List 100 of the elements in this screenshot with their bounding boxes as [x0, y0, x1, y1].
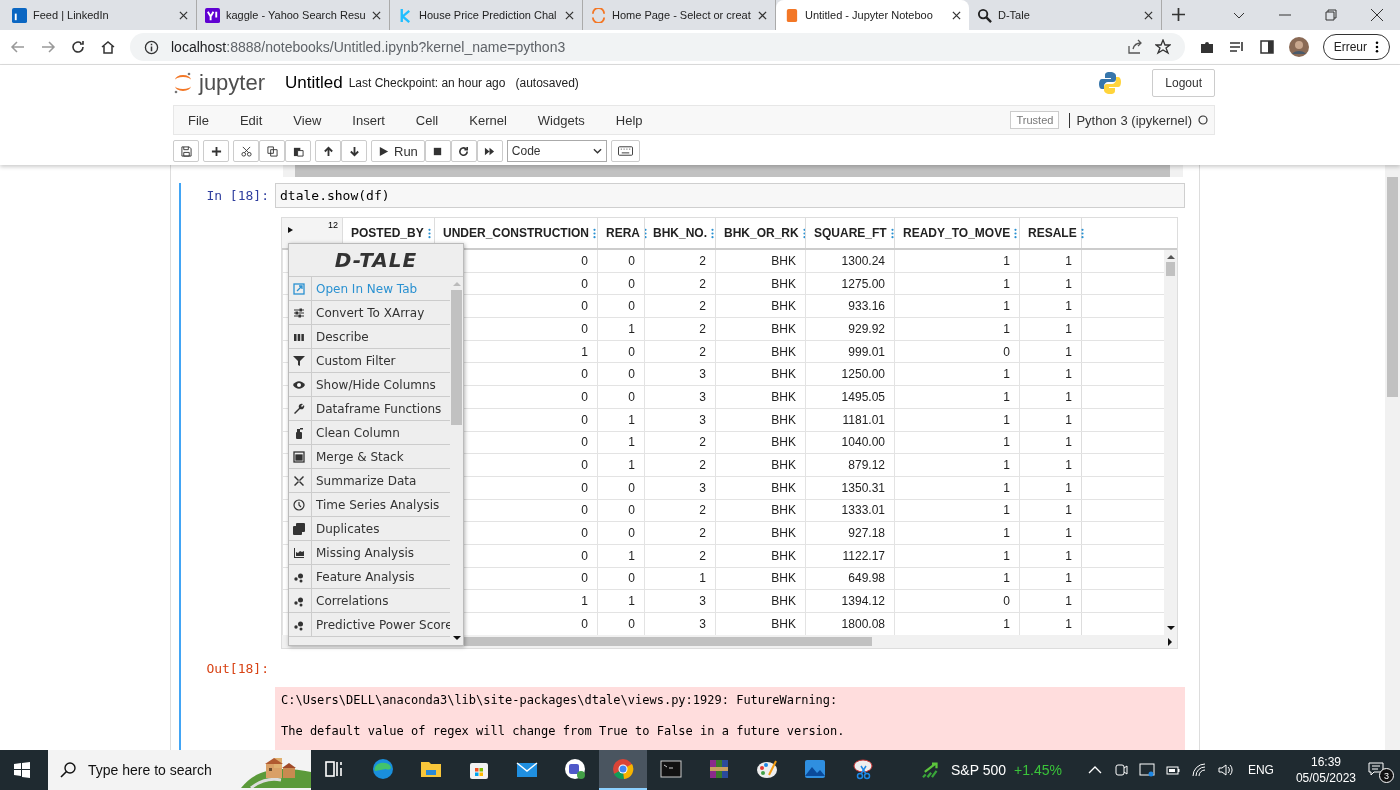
column-menu-icon[interactable]	[644, 227, 647, 239]
menu-item[interactable]: Time Series Analysis	[289, 493, 450, 517]
scroll-thumb[interactable]	[1166, 262, 1175, 276]
side-panel-icon[interactable]	[1258, 39, 1275, 55]
star-icon[interactable]	[1154, 39, 1171, 55]
grid-scrollbar[interactable]	[1164, 250, 1177, 635]
browser-tab[interactable]: Untitled - Jupyter Noteboo	[776, 0, 969, 30]
paste-button[interactable]	[285, 140, 311, 162]
add-cell-button[interactable]	[203, 140, 229, 162]
move-down-button[interactable]	[341, 140, 367, 162]
reload-icon[interactable]	[70, 39, 86, 55]
close-icon[interactable]	[565, 10, 574, 20]
scissors-icon[interactable]	[851, 757, 875, 781]
column-menu-icon[interactable]	[1014, 227, 1018, 239]
column-header[interactable]: READY_TO_MOVE	[894, 218, 1019, 248]
volume-icon[interactable]	[1216, 762, 1233, 778]
close-icon[interactable]	[179, 10, 188, 20]
menu-item[interactable]: File	[188, 112, 209, 128]
restart-button[interactable]	[450, 140, 477, 162]
column-menu-icon[interactable]	[802, 227, 806, 239]
search-field[interactable]: Type here to search	[48, 750, 311, 790]
menu-item[interactable]: Custom Filter	[289, 349, 450, 373]
save-button[interactable]	[173, 140, 199, 162]
jupyter-wordmark[interactable]: jupyter	[199, 70, 266, 96]
windows-logo-icon[interactable]	[14, 762, 30, 778]
browser-tab[interactable]: kaggle - Yahoo Search Resu	[197, 0, 390, 30]
close-icon[interactable]	[1371, 9, 1383, 21]
forward-arrow-icon[interactable]	[40, 39, 56, 55]
wifi-icon[interactable]	[1190, 762, 1207, 778]
column-header[interactable]: BHK_OR_RK	[715, 218, 805, 248]
menu-item[interactable]: Insert	[352, 112, 385, 128]
column-menu-icon[interactable]	[593, 227, 596, 239]
column-header[interactable]: RERA	[597, 218, 644, 248]
home-icon[interactable]	[100, 39, 116, 55]
menu-item[interactable]: Help	[615, 112, 643, 128]
notebook-title[interactable]: Untitled	[285, 73, 343, 93]
playlist-icon[interactable]	[1228, 39, 1245, 55]
trusted-indicator[interactable]: Trusted	[1010, 111, 1060, 129]
menu-scrollbar[interactable]	[450, 277, 463, 645]
browser-icon[interactable]	[611, 757, 635, 781]
menu-item[interactable]: Clean Column	[289, 421, 450, 445]
code-input[interactable]: dtale.show(df)	[275, 183, 1185, 208]
column-header[interactable]: BHK_NO.	[644, 218, 715, 248]
books-icon[interactable]	[707, 757, 731, 781]
share-icon[interactable]	[1126, 39, 1143, 55]
move-up-button[interactable]	[315, 140, 341, 162]
logout-button[interactable]: Logout	[1152, 69, 1215, 97]
clock-time[interactable]: 16:39	[1310, 754, 1341, 770]
browser-tab[interactable]: Feed | LinkedIn	[4, 0, 197, 30]
terminal-icon[interactable]	[659, 757, 683, 781]
stock-widget[interactable]: S&P 500 +1.45%	[921, 761, 1062, 779]
browser-tab[interactable]: House Price Prediction Chal	[390, 0, 583, 30]
play-triangle-icon[interactable]	[286, 226, 294, 234]
close-icon[interactable]	[952, 10, 961, 20]
kebab-menu-icon[interactable]	[1375, 41, 1379, 53]
info-icon[interactable]	[144, 39, 159, 55]
menu-item[interactable]: Merge & Stack	[289, 445, 450, 469]
close-icon[interactable]	[1144, 10, 1153, 20]
cut-button[interactable]	[233, 140, 259, 162]
swirl-icon[interactable]	[371, 757, 395, 781]
mountain-photo-icon[interactable]	[803, 757, 827, 781]
back-arrow-icon[interactable]	[10, 39, 26, 55]
close-icon[interactable]	[758, 10, 767, 20]
fast-forward-button[interactable]	[476, 140, 503, 162]
column-menu-icon[interactable]	[890, 227, 894, 239]
menu-item[interactable]: Show/Hide Columns	[289, 373, 450, 397]
menu-item[interactable]: Convert To XArray	[289, 301, 450, 325]
restore-icon[interactable]	[1325, 9, 1337, 21]
column-menu-icon[interactable]	[1080, 227, 1084, 239]
column-menu-icon[interactable]	[711, 227, 714, 239]
menu-item[interactable]: Kernel	[469, 112, 507, 128]
menu-item[interactable]: Edit	[239, 112, 263, 128]
kernel-name[interactable]: Python 3 (ipykernel)	[1069, 112, 1192, 128]
scroll-down-icon[interactable]	[452, 636, 461, 641]
menu-item[interactable]: Describe	[289, 325, 450, 349]
scroll-down-icon[interactable]	[1166, 626, 1175, 631]
notification-icon[interactable]	[1368, 761, 1384, 777]
column-menu-icon[interactable]	[427, 227, 431, 239]
scroll-up-icon[interactable]	[1166, 254, 1175, 259]
stop-button[interactable]	[424, 140, 451, 162]
copy-button[interactable]	[259, 140, 285, 162]
address-field[interactable]: localhost:8888/notebooks/Untitled.ipynb?kernel_name=python3	[130, 33, 1185, 61]
clock-date[interactable]: 05/05/2023	[1295, 770, 1356, 786]
new-tab-icon[interactable]	[1172, 8, 1185, 21]
run-button[interactable]: Run	[371, 140, 425, 162]
vertical-scrollbar[interactable]	[1385, 165, 1400, 750]
scroll-right-icon[interactable]	[1168, 637, 1173, 646]
menu-item[interactable]: Duplicates	[289, 517, 450, 541]
avatar-icon[interactable]	[1288, 37, 1309, 57]
close-icon[interactable]	[372, 10, 381, 20]
menu-item[interactable]: Widgets	[537, 112, 585, 128]
monitor-icon[interactable]	[1138, 762, 1155, 778]
menu-item[interactable]: View	[293, 112, 322, 128]
menu-item[interactable]: Missing Analysis	[289, 541, 450, 565]
horizontal-scrollbar[interactable]	[283, 165, 1183, 177]
camera-icon[interactable]	[1112, 762, 1129, 778]
browser-tab[interactable]: D-Tale	[969, 0, 1162, 30]
column-header[interactable]: SQUARE_FT	[805, 218, 894, 248]
column-header[interactable]: RESALE	[1019, 218, 1082, 248]
menu-item[interactable]: Cell	[415, 112, 439, 128]
